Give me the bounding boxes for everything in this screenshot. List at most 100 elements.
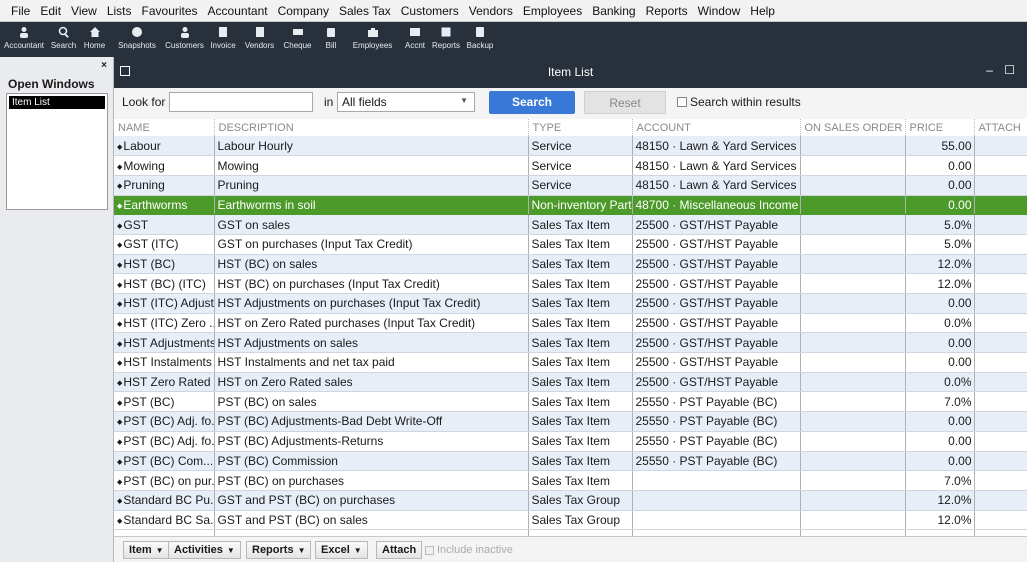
- menu-reports[interactable]: Reports: [641, 4, 693, 18]
- col-header-name[interactable]: NAME: [114, 119, 215, 136]
- excel-menu-button[interactable]: Excel ▼: [315, 541, 368, 559]
- table-row[interactable]: ◆PST (BC) PST (BC) on sales Sales Tax Item…: [114, 391, 1027, 413]
- cell-text: Sales Tax Item: [531, 355, 610, 370]
- search-button[interactable]: Search: [489, 91, 575, 114]
- cell-attach: [974, 510, 1027, 531]
- toolbar-accountant-button[interactable]: Accountant: [0, 22, 48, 57]
- toolbar-label: Invoice: [210, 41, 236, 50]
- col-header-on-sales-order[interactable]: ON SALES ORDER: [800, 119, 906, 136]
- toolbar-snapshots-button[interactable]: Snapshots: [110, 22, 164, 57]
- cheque-icon: [291, 25, 305, 39]
- cell-type: Sales Tax Item: [528, 451, 633, 472]
- cell-name: ◆Standard BC Sa...: [114, 510, 215, 531]
- table-row[interactable]: ◆GST GST on sales Sales Tax Item 25500 · GS…: [114, 214, 1027, 235]
- cell-price: 0.0%: [905, 313, 975, 334]
- table-row[interactable]: ◆HST (ITC) Adjust... HST Adjustments on p…: [114, 293, 1027, 314]
- table-row[interactable]: ◆Standard BC Pu... GST and PST (BC) on pu…: [114, 490, 1027, 511]
- col-header-attach[interactable]: ATTACH: [974, 119, 1027, 136]
- cell-type: Sales Tax Item: [528, 313, 633, 334]
- include-inactive-checkbox[interactable]: [425, 546, 434, 555]
- toolbar-reports-button[interactable]: Reports: [430, 22, 462, 57]
- window-controls[interactable]: – ☐: [986, 63, 1019, 77]
- toolbar-bill-button[interactable]: Bill: [317, 22, 345, 57]
- table-row[interactable]: ◆HST Zero Rated HST on Zero Rated sales Sa…: [114, 372, 1027, 393]
- table-row[interactable]: ◆PST (BC) Adj. fo... PST (BC) Adjustments…: [114, 411, 1027, 432]
- menu-banking[interactable]: Banking: [587, 4, 640, 18]
- toolbar-vendors-button[interactable]: Vendors: [241, 22, 278, 57]
- item-diamond-icon: ◆: [117, 419, 123, 427]
- cell-type: Sales Tax Item: [528, 273, 633, 294]
- cell-text: Sales Tax Item: [531, 434, 610, 449]
- toolbar-accnt-button[interactable]: Accnt: [400, 22, 430, 57]
- table-row[interactable]: ◆HST (BC) (ITC) HST (BC) on purchases (In…: [114, 273, 1027, 294]
- table-row[interactable]: ◆HST Adjustments HST Adjustments on sales…: [114, 332, 1027, 354]
- menu-company[interactable]: Company: [273, 4, 334, 18]
- cell-text: 7.0%: [944, 473, 972, 488]
- cell-description: GST on sales: [214, 214, 529, 235]
- toolbar-backup-button[interactable]: Backup: [462, 22, 498, 57]
- toolbar-invoice-button[interactable]: Invoice: [205, 22, 241, 57]
- toolbar-cheque-button[interactable]: Cheque: [278, 22, 317, 57]
- cell-attach: [974, 451, 1027, 472]
- menu-customers[interactable]: Customers: [396, 4, 464, 18]
- col-header-price[interactable]: PRICE: [905, 119, 975, 136]
- table-row[interactable]: ◆PST (BC) Adj. fo... PST (BC) Adjustments…: [114, 431, 1027, 452]
- look-for-input[interactable]: [169, 92, 313, 112]
- menu-accountant[interactable]: Accountant: [203, 4, 273, 18]
- item-menu-button[interactable]: Item ▼: [123, 541, 170, 559]
- table-row[interactable]: ◆Standard BC Sa... GST and PST (BC) on sa…: [114, 510, 1027, 531]
- cell-name: ◆HST Adjustments: [114, 332, 215, 354]
- col-header-description[interactable]: DESCRIPTION: [214, 119, 529, 136]
- menu-window[interactable]: Window: [693, 4, 746, 18]
- reset-button[interactable]: Reset: [584, 91, 666, 114]
- item-diamond-icon: ◆: [117, 301, 123, 309]
- menu-edit[interactable]: Edit: [35, 4, 66, 18]
- table-row[interactable]: ◆Pruning Pruning Service 48150 · Lawn & Yar…: [114, 175, 1027, 196]
- activities-menu-button[interactable]: Activities ▼: [168, 541, 241, 559]
- activities-button-label: Activities: [174, 544, 223, 556]
- menu-sales-tax[interactable]: Sales Tax: [334, 4, 396, 18]
- menu-file[interactable]: File: [6, 4, 35, 18]
- menu-view[interactable]: View: [66, 4, 102, 18]
- table-row[interactable]: ◆Labour Labour Hourly Service 48150 · Lawn …: [114, 136, 1027, 157]
- item-diamond-icon: ◆: [117, 478, 123, 486]
- table-row[interactable]: ◆PST (BC) on pur... PST (BC) on purchases…: [114, 470, 1027, 491]
- close-icon[interactable]: ×: [101, 60, 107, 71]
- attach-button[interactable]: Attach: [376, 541, 423, 559]
- cell-attach: [974, 254, 1027, 275]
- table-row[interactable]: ◆HST Instalments HST Instalments and net …: [114, 352, 1027, 373]
- toolbar-label: Search: [50, 41, 77, 50]
- col-header-type[interactable]: TYPE: [528, 119, 633, 136]
- table-row[interactable]: ◆PST (BC) Com... PST (BC) Commission Sales…: [114, 451, 1027, 472]
- menu-employees[interactable]: Employees: [518, 4, 587, 18]
- search-within-label: Search within results: [690, 95, 801, 109]
- reports-menu-button[interactable]: Reports ▼: [246, 541, 312, 559]
- table-row[interactable]: ◆HST (BC) HST (BC) on sales Sales Tax Item…: [114, 254, 1027, 275]
- toolbar-employees-button[interactable]: Employees: [345, 22, 400, 57]
- table-row[interactable]: ◆Mowing Mowing Service 48150 · Lawn & Yard …: [114, 155, 1027, 176]
- toolbar-home-button[interactable]: Home: [79, 22, 110, 57]
- item-diamond-icon: ◆: [117, 498, 123, 506]
- reports-icon: [439, 25, 453, 39]
- toolbar-search-button[interactable]: Search: [48, 22, 79, 57]
- snapshots-icon: [130, 25, 144, 39]
- cell-description: GST and PST (BC) on sales: [214, 510, 529, 531]
- open-window-item-item-list[interactable]: Item List: [9, 96, 105, 109]
- cell-on-sales-order: [800, 332, 906, 354]
- table-row[interactable]: ◆Earthworms Earthworms in soil Non-invento…: [114, 195, 1027, 216]
- menu-vendors[interactable]: Vendors: [464, 4, 518, 18]
- col-header-account[interactable]: ACCOUNT: [632, 119, 801, 136]
- toolbar-label: Accnt: [404, 41, 425, 50]
- table-row[interactable]: ◆GST (ITC) GST on purchases (Input Tax Cr…: [114, 234, 1027, 255]
- cell-account: 25500 · GST/HST Payable: [632, 313, 801, 334]
- cell-text: 25550 · PST Payable (BC): [635, 394, 778, 409]
- menu-favourites[interactable]: Favourites: [137, 4, 203, 18]
- cell-account: 25500 · GST/HST Payable: [632, 352, 801, 373]
- toolbar-customers-button[interactable]: Customers: [164, 22, 205, 57]
- search-within-checkbox[interactable]: [677, 97, 687, 107]
- menu-lists[interactable]: Lists: [102, 4, 137, 18]
- table-row[interactable]: ◆HST (ITC) Zero ... HST on Zero Rated pur…: [114, 313, 1027, 334]
- menu-help[interactable]: Help: [745, 4, 780, 18]
- cell-text: Standard BC Pu...: [123, 493, 214, 508]
- search-field-select[interactable]: All fields ▼: [337, 92, 475, 112]
